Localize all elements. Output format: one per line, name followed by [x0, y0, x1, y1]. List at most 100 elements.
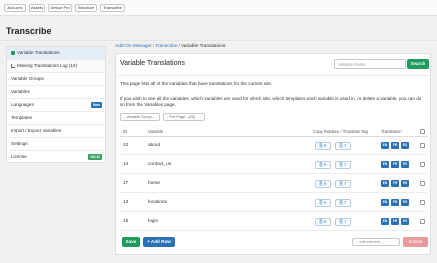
col-copy-header: Copy Replace / Translate Tag	[313, 129, 368, 134]
per-page-select[interactable]: - Per Page - (25)	[163, 113, 205, 121]
copy-replace-label: R	[323, 162, 327, 167]
copy-translate-tag-button[interactable]: ⎘ T	[335, 180, 351, 188]
save-button[interactable]: Save	[122, 237, 140, 247]
topnav-assets[interactable]: Assets	[29, 4, 45, 12]
intro-text-2: If you wish to see all the variables, wh…	[120, 96, 422, 107]
translation-lang-button[interactable]: ES	[401, 142, 409, 149]
copy-replace-tag-button[interactable]: ⎘ R	[315, 218, 331, 226]
sidebar-item-variables[interactable]: Variables	[7, 86, 105, 99]
translation-lang-button[interactable]: FR	[391, 142, 399, 149]
copy-translate-tag-button[interactable]: ⎘ T	[335, 161, 351, 169]
row-checkbox[interactable]	[420, 181, 425, 186]
table-header: ID Variable Copy Replace / Translate Tag…	[120, 127, 428, 137]
copy-translate-tag-button[interactable]: ⎘ T	[335, 142, 351, 150]
col-translation-header: Translation	[381, 129, 402, 134]
sidebar-item-templates[interactable]: Templates	[7, 112, 105, 125]
translation-lang-button[interactable]: ES	[401, 180, 409, 187]
translation-lang-button[interactable]: ES	[401, 161, 409, 168]
sidebar-item-label: Variables	[11, 89, 30, 94]
table-row: 12 about ⎘ R ⎘ T EN FR ES	[120, 138, 428, 155]
translation-lang-button[interactable]: FR	[391, 180, 399, 187]
topnav-transcribe[interactable]: Transcribe	[100, 4, 125, 12]
sidebar-item-label: Templates	[11, 115, 32, 120]
sidebar-item-import-export[interactable]: Import / Export Variables	[7, 125, 105, 138]
translation-lang-button[interactable]: EN	[381, 218, 389, 225]
translation-lang-button[interactable]: FR	[391, 218, 399, 225]
copy-replace-tag-button[interactable]: ⎘ R	[315, 161, 331, 169]
valid-badge: VALID	[88, 154, 102, 160]
topnav-addons[interactable]: Add-ons	[4, 4, 26, 12]
row-id: 15	[123, 219, 129, 224]
translation-lang-button[interactable]: EN	[381, 161, 389, 168]
copy-replace-tag-button[interactable]: ⎘ R	[315, 180, 331, 188]
table-row: 15 login ⎘ R ⎘ T EN FR ES	[120, 214, 428, 231]
panel-title: Variable Translations	[120, 60, 185, 67]
translation-lang-button[interactable]: FR	[391, 161, 399, 168]
copy-translate-label: T	[343, 200, 347, 205]
topnav-structure[interactable]: Structure	[75, 4, 97, 12]
copy-translate-tag-button[interactable]: ⎘ T	[335, 199, 351, 207]
row-checkbox[interactable]	[420, 200, 425, 205]
panel-divider	[116, 75, 430, 76]
row-variable-name: contact_us	[148, 162, 172, 167]
folder-open-icon	[11, 50, 15, 55]
copy-translate-label: T	[343, 181, 347, 186]
copy-translate-tag-button[interactable]: ⎘ T	[335, 218, 351, 226]
row-id: 17	[123, 181, 129, 186]
row-checkbox[interactable]	[420, 219, 425, 224]
col-id-header: ID	[123, 129, 128, 134]
table-row: 14 contact_us ⎘ R ⎘ T EN FR ES	[120, 157, 428, 174]
add-row-button[interactable]: + Add Row	[143, 237, 175, 247]
title-divider	[0, 40, 437, 41]
search-button[interactable]: Search	[407, 59, 429, 69]
row-checkbox[interactable]	[420, 143, 425, 148]
sidebar-item-settings[interactable]: Settings	[7, 138, 105, 151]
sidebar-item-variable-translations[interactable]: Variable Translations	[7, 47, 105, 60]
translation-lang-button[interactable]: ES	[401, 218, 409, 225]
sidebar-item-variable-groups[interactable]: Variable Groups	[7, 73, 105, 86]
translation-lang-button[interactable]: EN	[381, 142, 389, 149]
sidebar-item-label: Settings	[11, 141, 28, 146]
copy-replace-label: R	[323, 143, 327, 148]
sidebar-item-label: Languages	[11, 102, 34, 107]
select-all-checkbox[interactable]	[420, 129, 425, 134]
main-panel: Variable Translations Search This page l…	[115, 53, 431, 255]
sidebar-item-label: Import / Export Variables	[11, 128, 62, 133]
copy-replace-label: R	[323, 219, 327, 224]
copy-translate-label: T	[343, 219, 347, 224]
sidebar-item-label: Variable Translations	[17, 50, 60, 55]
row-id: 12	[123, 143, 129, 148]
sidebar: Variable Translations Missing Translatio…	[6, 46, 106, 163]
page-title: Transcribe	[6, 26, 52, 36]
table-footer: Save + Add Row -- with selected -- Submi…	[120, 234, 428, 250]
translation-lang-button[interactable]: EN	[381, 199, 389, 206]
row-variable-name: login	[148, 219, 159, 224]
table-row: 17 home ⎘ R ⎘ T EN FR ES	[120, 176, 428, 193]
copy-replace-label: R	[323, 181, 327, 186]
sidebar-item-label: License	[11, 154, 27, 159]
translation-lang-button[interactable]: ES	[401, 199, 409, 206]
breadcrumb-addon-manager[interactable]: Add-On Manager	[115, 44, 152, 49]
topnav-detour-pro[interactable]: Detour Pro	[48, 4, 72, 12]
row-variable-name: locations	[148, 200, 167, 205]
breadcrumb-transcribe[interactable]: Transcribe	[155, 44, 177, 49]
with-selected-select[interactable]: -- with selected --	[352, 238, 400, 246]
sidebar-item-languages[interactable]: Languages New	[7, 99, 105, 112]
new-badge: New	[91, 102, 102, 108]
variable-search-input[interactable]	[334, 59, 406, 69]
submit-button[interactable]: Submit	[403, 237, 428, 247]
top-nav: Add-ons Assets Detour Pro Structure Tran…	[0, 0, 437, 16]
copy-replace-tag-button[interactable]: ⎘ R	[315, 199, 331, 207]
translation-lang-button[interactable]: EN	[381, 180, 389, 187]
row-id: 13	[123, 200, 129, 205]
copy-replace-tag-button[interactable]: ⎘ R	[315, 142, 331, 150]
translation-lang-button[interactable]: FR	[391, 199, 399, 206]
sidebar-item-missing-translations[interactable]: Missing Translations Log (10)	[7, 60, 105, 73]
row-id: 14	[123, 162, 129, 167]
intro-text: This page lists all of the variables tha…	[120, 81, 273, 86]
row-checkbox[interactable]	[420, 162, 425, 167]
variable-group-select[interactable]: - Variable Group -	[120, 113, 160, 121]
col-variable-header: Variable	[148, 129, 164, 134]
sidebar-item-license[interactable]: License VALID	[7, 151, 105, 164]
copy-translate-label: T	[343, 162, 347, 167]
